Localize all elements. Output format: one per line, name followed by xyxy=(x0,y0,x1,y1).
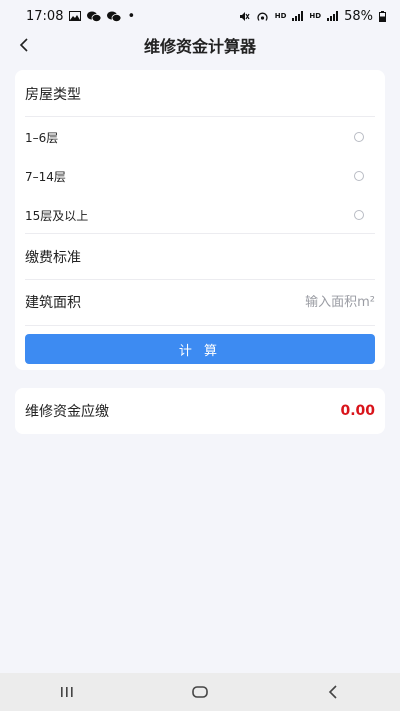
area-input[interactable] xyxy=(215,294,375,310)
calculate-button[interactable]: 计 算 xyxy=(25,334,375,364)
option-row-1-6[interactable]: 1–6层 xyxy=(25,127,375,147)
result-card: 维修资金应缴 0.00 xyxy=(15,388,385,434)
nav-back-button[interactable] xyxy=(313,677,353,707)
status-bar-left: 17:08 • xyxy=(26,9,135,24)
fee-standard-label: 缴费标准 xyxy=(25,250,81,266)
radio-button[interactable] xyxy=(354,171,364,181)
option-row-7-14[interactable]: 7–14层 xyxy=(25,166,375,186)
divider xyxy=(25,279,375,280)
area-row: 建筑面积 xyxy=(25,291,375,313)
option-label: 7–14层 xyxy=(25,169,66,184)
radio-button[interactable] xyxy=(354,210,364,220)
radio-button[interactable] xyxy=(354,132,364,142)
divider xyxy=(25,233,375,234)
status-bar: 17:08 • HD HD 58% xyxy=(0,0,400,32)
status-time: 17:08 xyxy=(26,8,64,24)
recent-apps-icon xyxy=(60,687,73,697)
gallery-icon xyxy=(69,11,82,21)
result-value: 0.00 xyxy=(340,403,375,419)
option-row-15-plus[interactable]: 15层及以上 xyxy=(25,205,375,225)
fee-standard-row: 缴费标准 xyxy=(25,247,375,267)
calculator-form-card: 房屋类型 1–6层 7–14层 15层及以上 缴费标准 建筑面积 计 算 xyxy=(15,70,385,370)
back-icon xyxy=(329,685,337,699)
chevron-left-icon xyxy=(19,38,28,52)
house-type-section-title: 房屋类型 xyxy=(25,84,375,104)
battery-percent: 58% xyxy=(344,8,373,24)
page-title: 维修资金计算器 xyxy=(143,37,256,56)
signal-icon xyxy=(292,11,304,21)
status-dot: • xyxy=(127,8,136,24)
home-icon xyxy=(192,686,208,698)
system-nav-bar xyxy=(0,673,400,711)
divider xyxy=(25,325,375,326)
recent-apps-button[interactable] xyxy=(47,677,87,707)
hotspot-icon xyxy=(256,11,269,22)
hd-label: HD xyxy=(274,12,287,20)
mute-icon xyxy=(239,11,250,22)
option-label: 15层及以上 xyxy=(25,208,89,223)
back-button[interactable] xyxy=(14,35,34,55)
battery-icon xyxy=(379,10,386,22)
status-bar-right: HD HD 58% xyxy=(239,9,386,24)
result-row: 维修资金应缴 0.00 xyxy=(25,401,375,421)
wechat-icon xyxy=(87,11,102,22)
wechat-icon xyxy=(107,11,122,22)
house-type-label: 房屋类型 xyxy=(25,87,81,103)
app-header: 维修资金计算器 xyxy=(0,32,400,58)
divider xyxy=(25,116,375,117)
home-button[interactable] xyxy=(180,677,220,707)
signal-icon xyxy=(327,11,339,21)
result-label: 维修资金应缴 xyxy=(25,404,109,420)
hd-label: HD xyxy=(309,12,322,20)
option-label: 1–6层 xyxy=(25,130,59,145)
area-label: 建筑面积 xyxy=(25,295,81,311)
